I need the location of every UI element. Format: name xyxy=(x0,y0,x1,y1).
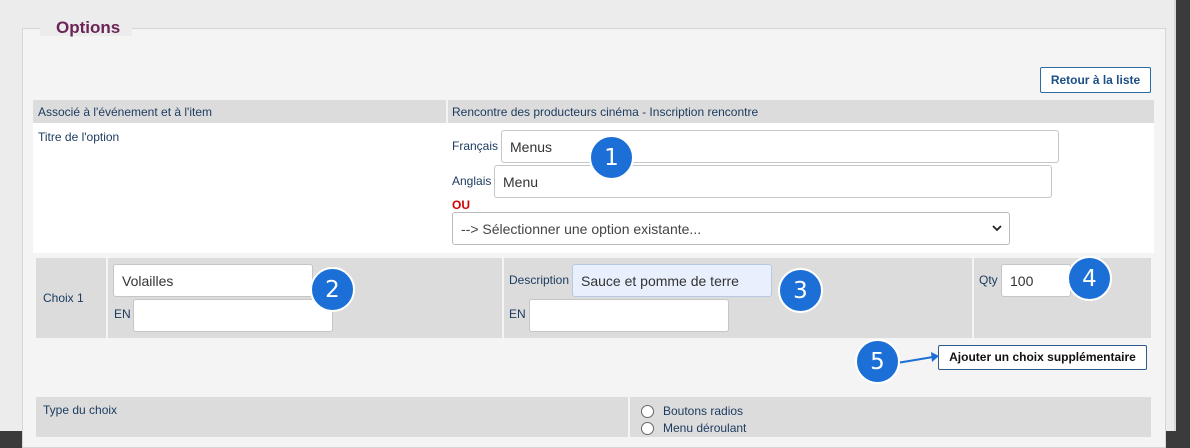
callout-badge-2: 2 xyxy=(310,267,355,312)
option-title-label: Titre de l'option xyxy=(38,130,120,144)
add-choice-button[interactable]: Ajouter un choix supplémentaire xyxy=(938,345,1147,370)
dropdown-menu-option[interactable] xyxy=(641,422,654,435)
or-label: OU xyxy=(452,198,470,212)
description-label: Description xyxy=(509,273,570,287)
header-event-name: Rencontre des producteurs cinéma - Inscr… xyxy=(452,105,759,119)
choice-separator xyxy=(502,258,504,338)
select-value: --> Sélectionner une option existante... xyxy=(461,220,702,237)
choice-type-row xyxy=(36,397,1151,437)
choice-label: Choix 1 xyxy=(43,291,84,305)
header-associated-label: Associé à l'événement et à l'item xyxy=(38,105,212,119)
chevron-down-icon xyxy=(992,225,1002,232)
callout-badge-5: 5 xyxy=(855,339,900,384)
qty-input[interactable]: 100 xyxy=(1001,264,1071,297)
dropdown-menu-option-label: Menu déroulant xyxy=(663,421,747,435)
description-en-label: EN xyxy=(509,307,526,321)
radio-buttons-option[interactable] xyxy=(641,405,654,418)
description-input[interactable]: Sauce et pomme de terre xyxy=(572,264,772,297)
arrow-right-icon xyxy=(896,352,939,364)
choice-name-en-label: EN xyxy=(114,307,131,321)
options-panel: Options Retour à la liste Associé à l'év… xyxy=(0,0,1176,448)
callout-badge-4: 4 xyxy=(1067,256,1112,301)
fieldset-legend: Options xyxy=(56,18,121,37)
choice-separator xyxy=(106,258,108,338)
choice-separator xyxy=(972,258,974,338)
callout-badge-1: 1 xyxy=(589,135,634,180)
qty-label: Qty xyxy=(979,273,998,287)
english-title-input[interactable]: Menu xyxy=(494,165,1052,198)
choice-type-label: Type du choix xyxy=(43,403,118,417)
french-title-input[interactable]: Menus xyxy=(501,130,1059,163)
back-to-list-button[interactable]: Retour à la liste xyxy=(1040,67,1151,93)
header-row: Associé à l'événement et à l'item Rencon… xyxy=(33,100,1154,123)
callout-badge-3: 3 xyxy=(778,268,823,313)
english-label: Anglais xyxy=(452,174,492,188)
existing-option-select[interactable]: --> Sélectionner une option existante... xyxy=(452,212,1010,245)
description-en-input[interactable] xyxy=(529,299,729,332)
radio-buttons-option-label: Boutons radios xyxy=(663,404,744,418)
french-label: Français xyxy=(452,139,499,153)
choice-name-en-input[interactable] xyxy=(133,299,333,332)
choice-name-input[interactable]: Volailles xyxy=(113,264,313,297)
type-separator xyxy=(628,397,630,437)
header-separator xyxy=(446,100,448,123)
